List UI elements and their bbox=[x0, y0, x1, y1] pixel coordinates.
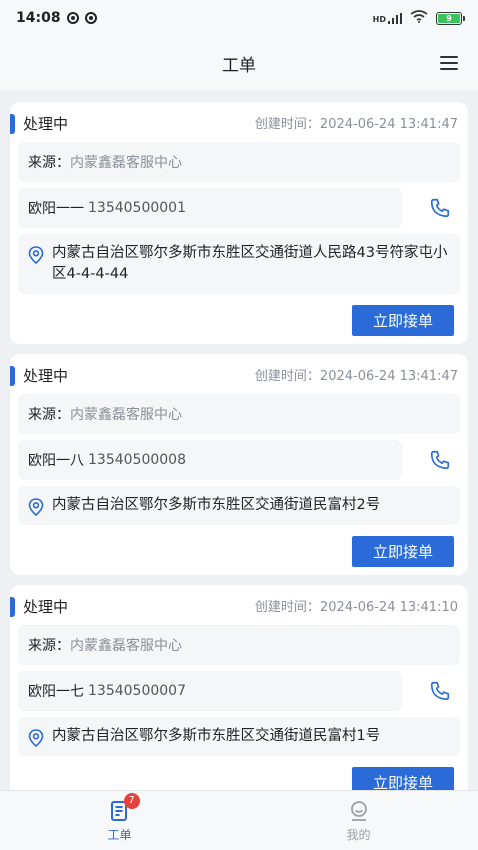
tab-label: 我的 bbox=[346, 827, 371, 842]
created-time: 创建时间：2024-06-24 13:41:47 bbox=[255, 367, 458, 387]
contact-name: 欧阳一一 bbox=[28, 201, 84, 217]
contact-phone: 13540500001 bbox=[88, 200, 186, 216]
tab-profile[interactable]: 我的 bbox=[239, 791, 478, 850]
battery-icon: 9 bbox=[436, 11, 465, 25]
work-order-icon: 7 bbox=[108, 792, 140, 823]
created-time: 创建时间：2024-06-24 13:41:47 bbox=[255, 115, 458, 135]
source-label: 来源： bbox=[28, 155, 70, 171]
signal-icon: HD bbox=[372, 12, 402, 24]
order-list[interactable]: 处理中 创建时间：2024-06-24 13:41:47 来源： 内蒙鑫磊客服中… bbox=[0, 90, 478, 790]
location-pin-icon bbox=[28, 729, 44, 754]
address-text: 内蒙古自治区鄂尔多斯市东胜区交通街道人民路43号符家屯小区4-4-4-44 bbox=[52, 245, 448, 282]
order-status: 处理中 bbox=[23, 115, 69, 133]
profile-icon bbox=[347, 799, 371, 823]
order-card[interactable]: 处理中 创建时间：2024-06-24 13:41:10 来源： 内蒙鑫磊客服中… bbox=[10, 585, 468, 790]
tab-bar: 7 工单 我的 bbox=[0, 790, 478, 850]
created-label: 创建时间： bbox=[254, 369, 320, 384]
source-row: 来源： 内蒙鑫磊客服中心 bbox=[18, 625, 460, 665]
contact-phone: 13540500007 bbox=[88, 683, 186, 699]
created-value: 2024-06-24 13:41:47 bbox=[319, 369, 458, 384]
status-bar: 14:08 HD 9 bbox=[0, 0, 478, 36]
created-time: 创建时间：2024-06-24 13:41:10 bbox=[255, 598, 458, 618]
source-label: 来源： bbox=[28, 407, 70, 423]
wifi-icon bbox=[410, 10, 428, 26]
contact-name: 欧阳一七 bbox=[28, 684, 84, 700]
address-text: 内蒙古自治区鄂尔多斯市东胜区交通街道民富村2号 bbox=[52, 497, 381, 513]
location-pin-icon bbox=[28, 498, 44, 523]
notification-icon bbox=[66, 12, 79, 24]
phone-icon[interactable] bbox=[426, 677, 454, 705]
status-left: 14:08 bbox=[16, 10, 97, 26]
phone-icon[interactable] bbox=[426, 194, 454, 222]
created-value: 2024-06-24 13:41:10 bbox=[319, 600, 458, 615]
page-title: 工单 bbox=[222, 55, 256, 76]
source-value: 内蒙鑫磊客服中心 bbox=[70, 638, 182, 654]
menu-icon[interactable] bbox=[440, 56, 458, 70]
address-row: 内蒙古自治区鄂尔多斯市东胜区交通街道民富村2号 bbox=[18, 486, 460, 525]
contact-row: 欧阳一一 13540500001 bbox=[18, 188, 402, 228]
source-value: 内蒙鑫磊客服中心 bbox=[70, 155, 182, 171]
card-header: 处理中 创建时间：2024-06-24 13:41:47 bbox=[10, 366, 468, 386]
address-row: 内蒙古自治区鄂尔多斯市东胜区交通街道人民路43号符家屯小区4-4-4-44 bbox=[18, 234, 460, 294]
contact-name: 欧阳一八 bbox=[28, 453, 84, 469]
tab-work-orders[interactable]: 7 工单 bbox=[0, 791, 239, 850]
created-label: 创建时间： bbox=[254, 600, 320, 615]
contact-row: 欧阳一八 13540500008 bbox=[18, 440, 402, 480]
status-marker bbox=[10, 366, 15, 386]
contact-phone: 13540500008 bbox=[88, 452, 186, 468]
location-pin-icon bbox=[28, 246, 44, 271]
source-row: 来源： 内蒙鑫磊客服中心 bbox=[18, 394, 460, 434]
battery-level: 9 bbox=[438, 13, 460, 23]
unread-badge: 7 bbox=[123, 792, 140, 809]
order-card[interactable]: 处理中 创建时间：2024-06-24 13:41:47 来源： 内蒙鑫磊客服中… bbox=[10, 354, 468, 575]
status-right: HD 9 bbox=[372, 10, 465, 26]
order-status: 处理中 bbox=[23, 598, 69, 616]
created-label: 创建时间： bbox=[254, 117, 320, 132]
address-row: 内蒙古自治区鄂尔多斯市东胜区交通街道民富村1号 bbox=[18, 717, 460, 756]
phone-icon[interactable] bbox=[426, 446, 454, 474]
notification-icon bbox=[84, 12, 97, 24]
nav-bar: 工单 bbox=[0, 36, 478, 90]
contact-row: 欧阳一七 13540500007 bbox=[18, 671, 402, 711]
status-time: 14:08 bbox=[16, 10, 61, 26]
order-status: 处理中 bbox=[23, 367, 69, 385]
card-header: 处理中 创建时间：2024-06-24 13:41:47 bbox=[10, 114, 468, 134]
accept-order-button[interactable]: 立即接单 bbox=[352, 767, 454, 790]
tab-label: 工单 bbox=[107, 827, 132, 842]
signal-label: HD bbox=[372, 14, 386, 24]
source-row: 来源： 内蒙鑫磊客服中心 bbox=[18, 142, 460, 182]
source-value: 内蒙鑫磊客服中心 bbox=[70, 407, 182, 423]
address-text: 内蒙古自治区鄂尔多斯市东胜区交通街道民富村1号 bbox=[52, 728, 381, 744]
order-card[interactable]: 处理中 创建时间：2024-06-24 13:41:47 来源： 内蒙鑫磊客服中… bbox=[10, 102, 468, 344]
created-value: 2024-06-24 13:41:47 bbox=[319, 117, 458, 132]
status-marker bbox=[10, 114, 15, 134]
card-header: 处理中 创建时间：2024-06-24 13:41:10 bbox=[10, 597, 468, 617]
status-marker bbox=[10, 597, 15, 617]
source-label: 来源： bbox=[28, 638, 70, 654]
accept-order-button[interactable]: 立即接单 bbox=[352, 305, 454, 336]
accept-order-button[interactable]: 立即接单 bbox=[352, 536, 454, 567]
